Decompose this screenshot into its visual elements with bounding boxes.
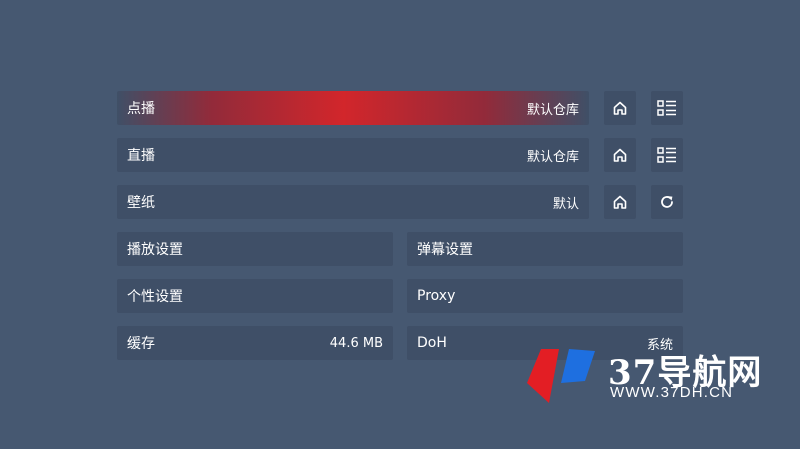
watermark: 37导航网 WWW.37DH.CN [525, 345, 795, 410]
vod-home-button[interactable] [604, 91, 636, 125]
vod-setting-row[interactable]: 点播 默认仓库 [117, 91, 589, 125]
personal-settings-row[interactable]: 个性设置 [117, 279, 393, 313]
doh-label: DoH [417, 335, 447, 351]
list-icon [657, 100, 676, 116]
wallpaper-refresh-button[interactable] [651, 185, 683, 219]
home-icon [613, 195, 627, 209]
danmaku-settings-label: 弹幕设置 [417, 242, 473, 258]
live-list-button[interactable] [651, 138, 683, 172]
wallpaper-value: 默认 [552, 196, 579, 212]
live-home-button[interactable] [604, 138, 636, 172]
list-icon [657, 147, 676, 163]
wallpaper-setting-row[interactable]: 壁纸 默认 [117, 185, 589, 219]
live-setting-row[interactable]: 直播 默认仓库 [117, 138, 589, 172]
personal-settings-label: 个性设置 [127, 289, 183, 305]
live-value: 默认仓库 [526, 149, 579, 165]
cache-size-value: 44.6 MB [329, 335, 383, 351]
live-label: 直播 [127, 148, 155, 164]
cache-row[interactable]: 缓存 44.6 MB [117, 326, 393, 360]
danmaku-settings-row[interactable]: 弹幕设置 [407, 232, 683, 266]
home-icon [613, 101, 627, 115]
cache-label: 缓存 [127, 336, 155, 352]
vod-list-button[interactable] [651, 91, 683, 125]
home-icon [613, 148, 627, 162]
refresh-icon [661, 196, 673, 208]
player-settings-label: 播放设置 [127, 242, 183, 258]
wallpaper-home-button[interactable] [604, 185, 636, 219]
watermark-logo-icon [527, 349, 595, 403]
proxy-row[interactable]: Proxy [407, 279, 683, 313]
watermark-url: WWW.37DH.CN [610, 384, 734, 401]
proxy-label: Proxy [417, 288, 456, 304]
player-settings-row[interactable]: 播放设置 [117, 232, 393, 266]
wallpaper-label: 壁纸 [127, 195, 155, 211]
vod-value: 默认仓库 [526, 102, 579, 118]
vod-label: 点播 [127, 101, 155, 117]
